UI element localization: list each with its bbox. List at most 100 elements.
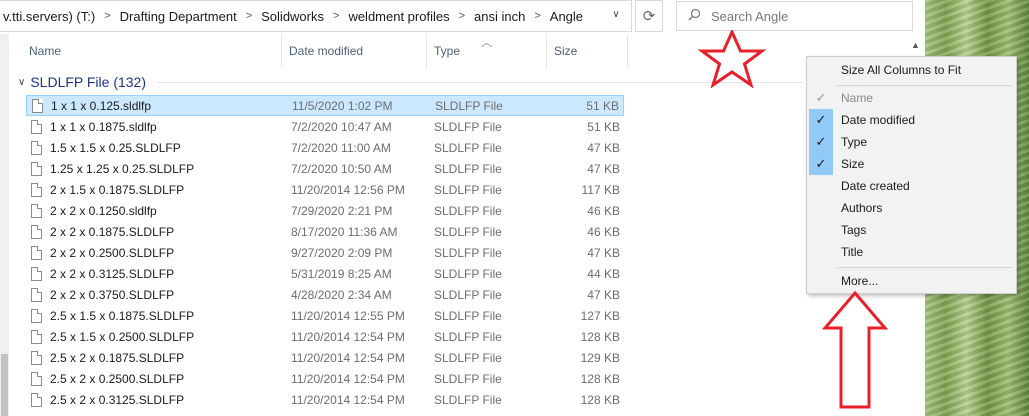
- breadcrumb-chevron-icon[interactable]: >: [98, 10, 116, 22]
- file-type: SLDLFP File: [434, 203, 502, 218]
- file-row[interactable]: 1 x 1 x 0.1875.sldlfp 7/2/2020 10:47 AM SL…: [26, 116, 624, 137]
- file-name: 1.25 x 1.25 x 0.25.SLDLFP: [50, 161, 195, 176]
- file-row[interactable]: 2 x 1.5 x 0.1875.SLDLFP 11/20/2014 12:56 …: [26, 179, 624, 200]
- file-name: 1 x 1 x 0.1875.sldlfp: [50, 119, 157, 134]
- menu-item-authors[interactable]: Authors: [807, 197, 1016, 219]
- menu-item-tags[interactable]: Tags: [807, 219, 1016, 241]
- file-type: SLDLFP File: [434, 119, 502, 134]
- breadcrumb-chevron-icon[interactable]: >: [327, 10, 345, 22]
- chevron-down-icon: ∨: [18, 76, 26, 88]
- column-header-size-label: Size: [554, 43, 578, 58]
- menu-item-date-modified[interactable]: ✓ Date modified: [807, 109, 1016, 131]
- file-size: 46 KB: [587, 224, 620, 239]
- file-size: 47 KB: [587, 287, 620, 302]
- breadcrumb-chevron-icon[interactable]: >: [453, 10, 471, 22]
- file-name: 1.5 x 1.5 x 0.25.SLDLFP: [50, 140, 181, 155]
- file-date-modified: 7/2/2020 11:00 AM: [291, 140, 391, 155]
- file-type: SLDLFP File: [434, 182, 502, 197]
- file-icon: [31, 245, 42, 260]
- menu-item-size-all-columns[interactable]: Size All Columns to Fit: [807, 59, 1016, 81]
- file-row[interactable]: 2 x 2 x 0.2500.SLDLFP 9/27/2020 2:09 PM SL…: [26, 242, 624, 263]
- group-header[interactable]: ∨ SLDLFP File (132): [18, 72, 146, 92]
- file-size: 47 KB: [587, 245, 620, 260]
- menu-item-size[interactable]: ✓ Size: [807, 153, 1016, 175]
- column-context-menu: Size All Columns to Fit ✓ Name ✓ Date modif…: [806, 56, 1017, 294]
- file-row[interactable]: 1.25 x 1.25 x 0.25.SLDLFP 7/2/2020 10:50 …: [26, 158, 624, 179]
- address-dropdown-icon[interactable]: ∨: [608, 9, 624, 23]
- scroll-up-icon[interactable]: ▲: [911, 40, 920, 50]
- column-header-name[interactable]: Name: [23, 34, 282, 67]
- column-header-size[interactable]: Size: [548, 34, 628, 67]
- breadcrumb-item[interactable]: ansi inch: [471, 9, 528, 24]
- file-row[interactable]: 2 x 2 x 0.3750.SLDLFP 4/28/2020 2:34 AM SL…: [26, 284, 624, 305]
- file-date-modified: 8/17/2020 11:36 AM: [291, 224, 398, 239]
- file-type: SLDLFP File: [434, 329, 502, 344]
- scrollbar-thumb[interactable]: [1, 354, 8, 416]
- menu-item-type[interactable]: ✓ Type: [807, 131, 1016, 153]
- menu-item-title[interactable]: Title: [807, 241, 1016, 263]
- breadcrumb-item[interactable]: Solidworks: [258, 9, 327, 24]
- breadcrumb-item[interactable]: Drafting Department: [117, 9, 240, 24]
- file-row[interactable]: 2.5 x 1.5 x 0.1875.SLDLFP 11/20/2014 12:5…: [26, 305, 624, 326]
- menu-item-label: Type: [841, 135, 868, 149]
- file-date-modified: 11/20/2014 12:55 PM: [291, 308, 405, 323]
- menu-item-label: Tags: [841, 223, 867, 237]
- file-row[interactable]: 1.5 x 1.5 x 0.25.SLDLFP 7/2/2020 11:00 AM…: [26, 137, 624, 158]
- file-row[interactable]: 2.5 x 2 x 0.2500.SLDLFP 11/20/2014 12:54 …: [26, 368, 624, 389]
- file-icon: [31, 308, 42, 323]
- column-header-date[interactable]: Date modified: [283, 34, 427, 67]
- file-row[interactable]: 2.5 x 1.5 x 0.2500.SLDLFP 11/20/2014 12:5…: [26, 326, 624, 347]
- file-row[interactable]: 2 x 2 x 0.1250.sldlfp 7/29/2020 2:21 PM SL…: [26, 200, 624, 221]
- sort-ascending-icon: ︿: [481, 37, 492, 49]
- file-type: SLDLFP File: [434, 392, 502, 407]
- file-icon: [31, 287, 42, 302]
- menu-item-label: Date created: [841, 179, 910, 193]
- file-size: 128 KB: [580, 329, 620, 344]
- menu-item-label: More...: [841, 274, 879, 288]
- file-type: SLDLFP File: [434, 161, 502, 176]
- file-name: 2 x 2 x 0.2500.SLDLFP: [50, 245, 175, 260]
- file-row[interactable]: 2 x 2 x 0.1875.SLDLFP 8/17/2020 11:36 AM S…: [26, 221, 624, 242]
- star-annotation-icon: [697, 30, 767, 88]
- breadcrumb-item[interactable]: weldment profiles: [345, 9, 452, 24]
- column-header-name-label: Name: [29, 43, 62, 58]
- file-type: SLDLFP File: [434, 266, 502, 281]
- breadcrumb-item[interactable]: v.tti.servers) (T:): [0, 9, 98, 24]
- menu-separator: [837, 85, 1012, 86]
- checkmark-icon: ✓: [809, 131, 833, 153]
- refresh-button[interactable]: ⟳: [635, 0, 663, 32]
- file-size: 128 KB: [580, 371, 620, 386]
- menu-item-more[interactable]: More...: [807, 270, 1016, 292]
- file-size: 47 KB: [587, 140, 620, 155]
- file-icon: [31, 203, 42, 218]
- file-icon: [31, 224, 42, 239]
- breadcrumb-item[interactable]: Angle: [547, 9, 586, 24]
- file-date-modified: 7/2/2020 10:47 AM: [291, 119, 392, 134]
- menu-item-label: Size All Columns to Fit: [841, 63, 962, 77]
- file-name: 2 x 2 x 0.3750.SLDLFP: [50, 287, 175, 302]
- file-row[interactable]: 2.5 x 2 x 0.1875.SLDLFP 11/20/2014 12:54 …: [26, 347, 624, 368]
- file-date-modified: 9/27/2020 2:09 PM: [291, 245, 393, 260]
- breadcrumb-chevron-icon[interactable]: >: [240, 10, 258, 22]
- file-row[interactable]: 1 x 1 x 0.125.sldlfp 11/5/2020 1:02 PM SLD…: [26, 95, 624, 116]
- file-date-modified: 11/5/2020 1:02 PM: [292, 98, 393, 113]
- file-date-modified: 11/20/2014 12:56 PM: [291, 182, 405, 197]
- search-box[interactable]: Search Angle: [676, 1, 913, 31]
- file-row[interactable]: 2.5 x 2 x 0.3125.SLDLFP 11/20/2014 12:54 …: [26, 389, 624, 410]
- file-type: SLDLFP File: [434, 308, 502, 323]
- checkmark-icon: ✓: [809, 153, 833, 175]
- breadcrumb-chevron-icon[interactable]: >: [528, 10, 546, 22]
- file-type: SLDLFP File: [434, 371, 502, 386]
- column-header-type-label: Type: [434, 43, 461, 58]
- search-icon: [677, 8, 711, 24]
- column-header-date-label: Date modified: [289, 43, 364, 58]
- menu-item-label: Size: [841, 157, 865, 171]
- file-name: 2.5 x 1.5 x 0.2500.SLDLFP: [50, 329, 195, 344]
- file-row[interactable]: 2 x 2 x 0.3125.SLDLFP 5/31/2019 8:25 AM SL…: [26, 263, 624, 284]
- address-bar[interactable]: v.tti.servers) (T:) > Drafting Department >…: [0, 0, 632, 32]
- file-name: 2 x 2 x 0.3125.SLDLFP: [50, 266, 175, 281]
- menu-item-date-created[interactable]: Date created: [807, 175, 1016, 197]
- file-type: SLDLFP File: [434, 350, 502, 365]
- file-icon: [32, 98, 43, 113]
- search-placeholder: Search Angle: [711, 8, 789, 24]
